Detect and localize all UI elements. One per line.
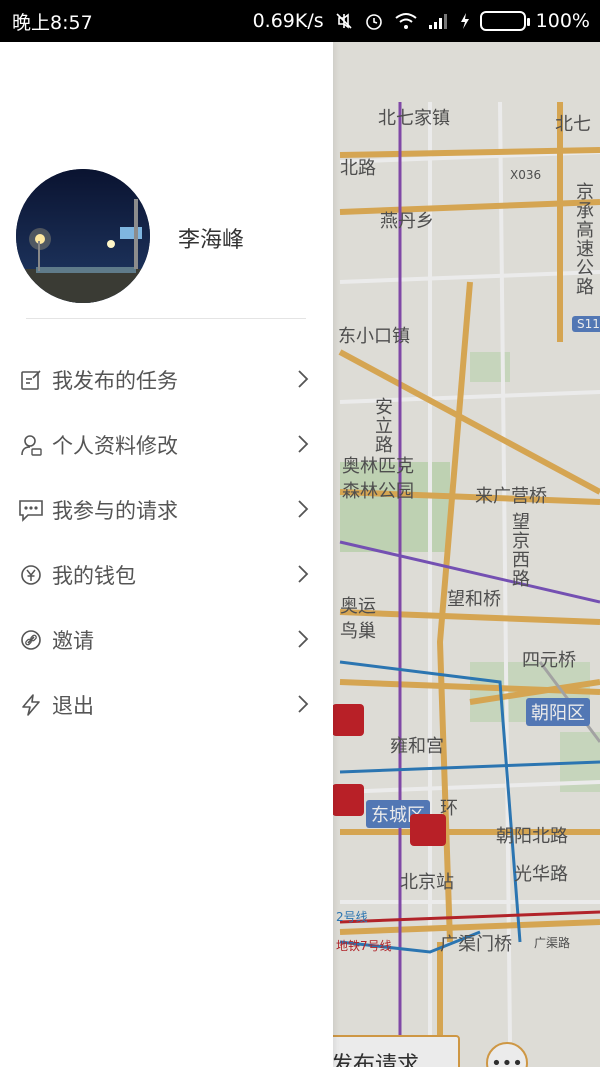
side-drawer: 李海峰 我发布的任务 个人资料修改 我参与的请求 我的钱包 邀请 退出 xyxy=(0,42,333,1067)
chevron-right-icon xyxy=(297,369,309,393)
landmark-marker[interactable] xyxy=(332,784,364,816)
map-label-beiqijia: 北七家镇 xyxy=(378,108,450,129)
map-label-chaoyang: 朝阳区 xyxy=(526,698,590,726)
lightning-logout-icon xyxy=(18,692,44,718)
map-label-guangqumen: 广渠门桥 xyxy=(440,934,512,955)
menu-item-my-requests[interactable]: 我参与的请求 xyxy=(0,477,333,542)
avatar-photo xyxy=(16,169,150,303)
map-label-yandan: 燕丹乡 xyxy=(380,211,434,232)
mute-icon xyxy=(334,11,354,31)
wifi-icon xyxy=(394,12,418,30)
map-label-birds-nest: 鸟巢 xyxy=(340,621,376,642)
map-label-yonghegong: 雍和宫 xyxy=(390,736,444,757)
chevron-right-icon xyxy=(297,499,309,523)
map-label-jingcheng: 京承高速公路 xyxy=(573,182,594,296)
map-label-north-road: 北路 xyxy=(340,158,376,179)
battery-level: 100% xyxy=(535,10,590,32)
menu-item-label: 邀请 xyxy=(52,628,94,653)
menu-item-label: 退出 xyxy=(52,693,94,718)
menu-item-label: 我参与的请求 xyxy=(52,498,178,523)
menu-item-wallet[interactable]: 我的钱包 xyxy=(0,542,333,607)
map-label-sihui: 四元桥 xyxy=(522,650,576,671)
map-label-aoyun: 奥运 xyxy=(340,596,376,617)
menu-item-invite[interactable]: 邀请 xyxy=(0,607,333,672)
alarm-icon xyxy=(364,11,384,31)
chevron-right-icon xyxy=(297,434,309,458)
menu-item-label: 我发布的任务 xyxy=(52,368,178,393)
chevron-right-icon xyxy=(297,629,309,653)
profile-edit-icon xyxy=(18,432,44,458)
status-bar: 晚上8:57 0.69K/s 100% xyxy=(0,0,600,42)
avatar[interactable] xyxy=(16,169,150,303)
map-label-wanghe: 望和桥 xyxy=(447,589,501,610)
menu-item-profile-edit[interactable]: 个人资料修改 xyxy=(0,412,333,477)
battery-icon xyxy=(479,11,530,31)
landmark-marker[interactable] xyxy=(410,814,446,846)
map-label-x036: X036 xyxy=(510,168,542,182)
map-label-s11: S11 xyxy=(572,316,600,332)
drawer-menu: 我发布的任务 个人资料修改 我参与的请求 我的钱包 邀请 退出 xyxy=(0,347,333,737)
map-label-wangjing-west: 望京西路 xyxy=(509,512,530,588)
map-label-beiqi: 北七 xyxy=(555,114,591,135)
map-label-guanghua: 光华路 xyxy=(514,864,568,885)
map-label-laiguangying: 来广营桥 xyxy=(475,486,547,507)
status-time: 晚上8:57 xyxy=(12,11,93,34)
profile-divider xyxy=(26,318,306,319)
map-label-anli-road: 安立路 xyxy=(372,397,393,454)
map-label-line7: 地铁7号线 xyxy=(336,939,392,953)
landmark-marker[interactable] xyxy=(332,704,364,736)
chevron-right-icon xyxy=(297,694,309,718)
map-label-line2: 2号线 xyxy=(336,910,368,924)
edit-task-icon xyxy=(18,367,44,393)
menu-item-label: 个人资料修改 xyxy=(52,433,178,458)
menu-item-logout[interactable]: 退出 xyxy=(0,672,333,737)
network-speed: 0.69K/s xyxy=(252,10,324,32)
charging-icon xyxy=(460,12,470,30)
map-label-guangqu-road: 广渠路 xyxy=(534,936,571,950)
invite-link-icon xyxy=(18,627,44,653)
map-label-beijing-station: 北京站 xyxy=(400,872,454,893)
map-label-olympic-park: 奥林匹克森林公园 xyxy=(342,456,414,502)
profile-section[interactable] xyxy=(16,169,150,303)
map-label-dongxiaokou: 东小口镇 xyxy=(338,326,410,347)
wallet-yuan-icon xyxy=(18,562,44,588)
map-label-chaoyang-north: 朝阳北路 xyxy=(496,826,568,847)
menu-item-my-tasks[interactable]: 我发布的任务 xyxy=(0,347,333,412)
signal-icon xyxy=(428,12,450,30)
chat-bubble-icon xyxy=(18,497,44,523)
username: 李海峰 xyxy=(178,228,245,253)
menu-item-label: 我的钱包 xyxy=(52,563,136,588)
chevron-right-icon xyxy=(297,564,309,588)
